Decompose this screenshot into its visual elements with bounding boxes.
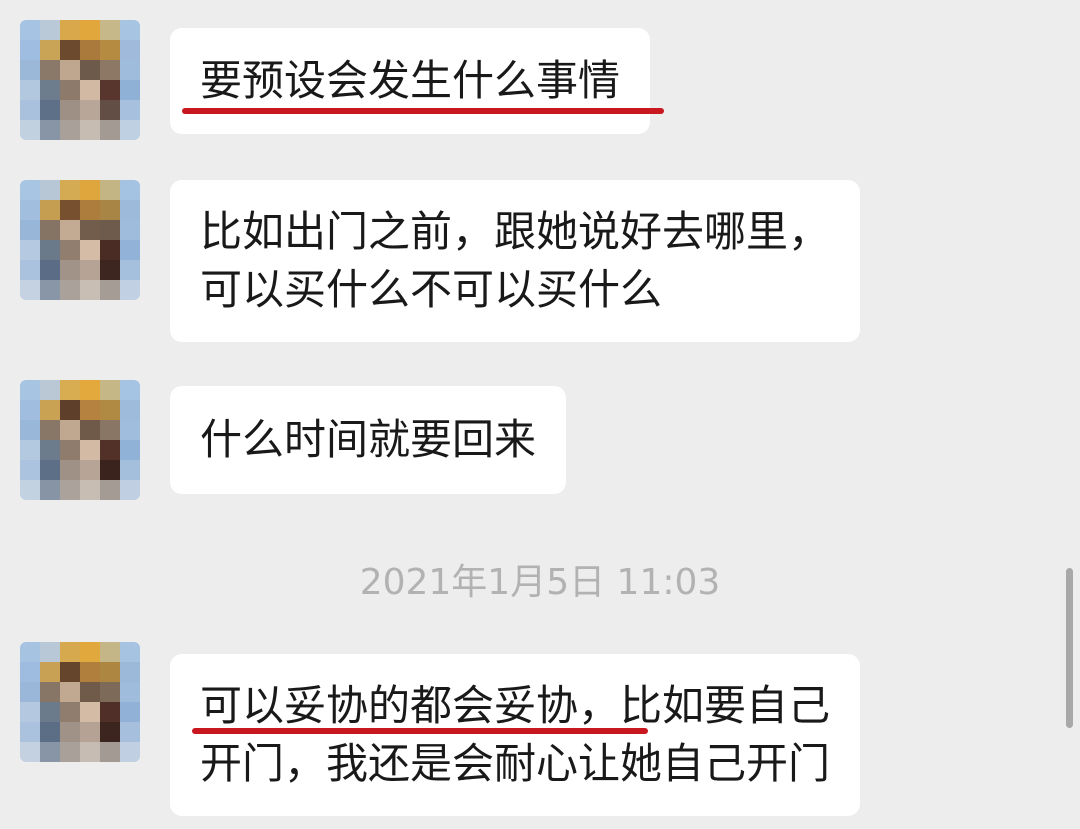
message-text: 可以妥协的都会妥协，比如要自己: [200, 681, 831, 730]
chat-view[interactable]: 要预设会发生什么事情 比如出门之前，跟她说好去哪里， 可以买什么不可以买什么 什…: [0, 0, 1080, 829]
timestamp: 2021年1月5日 11:03: [359, 562, 721, 603]
highlight-underline: [192, 728, 648, 734]
message-text: 开门，我还是会耐心让她自己开门: [200, 739, 831, 788]
highlight-underline: [182, 108, 664, 114]
message-bubble[interactable]: 可以妥协的都会妥协，比如要自己 开门，我还是会耐心让她自己开门: [170, 654, 861, 816]
message-text: 可以买什么不可以买什么: [200, 265, 663, 314]
message-text: 比如出门之前，跟她说好去哪里，: [200, 207, 831, 256]
message-bubble[interactable]: 要预设会发生什么事情: [170, 28, 651, 134]
message-bubble[interactable]: 比如出门之前，跟她说好去哪里， 可以买什么不可以买什么: [170, 180, 861, 342]
message-bubble[interactable]: 什么时间就要回来: [170, 386, 567, 494]
message-text: 要预设会发生什么事情: [200, 56, 621, 105]
avatar-icon[interactable]: [20, 180, 140, 300]
message-text: 什么时间就要回来: [200, 415, 537, 464]
scrollbar-thumb[interactable]: [1066, 568, 1073, 728]
avatar-icon[interactable]: [20, 20, 140, 140]
avatar-icon[interactable]: [20, 380, 140, 500]
avatar-icon[interactable]: [20, 642, 140, 762]
